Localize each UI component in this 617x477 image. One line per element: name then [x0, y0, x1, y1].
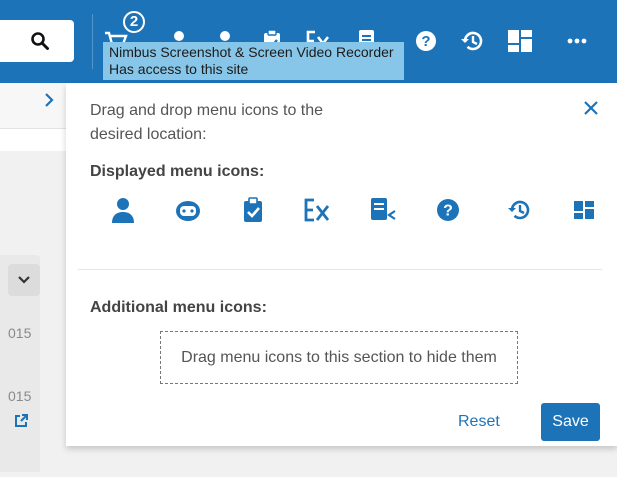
history-icon[interactable]	[459, 28, 485, 54]
dashboard-icon[interactable]	[507, 28, 533, 54]
additional-icons-title: Additional menu icons:	[90, 299, 267, 316]
notification-badge: 2	[123, 11, 145, 33]
extension-tooltip: Nimbus Screenshot & Screen Video Recorde…	[103, 42, 404, 80]
help-icon[interactable]: ?	[433, 195, 463, 225]
hidden-icons-dropzone[interactable]: Drag menu icons to this section to hide …	[160, 331, 518, 384]
customize-menu-panel: Drag and drop menu icons to the desired …	[66, 83, 617, 446]
displayed-icons-list: ?	[96, 195, 612, 225]
background-text: 015	[8, 388, 32, 404]
toolbar-divider	[92, 14, 93, 69]
clipboard-check-icon[interactable]	[238, 195, 268, 225]
tooltip-title: Nimbus Screenshot & Screen Video Recorde…	[109, 44, 394, 60]
chevron-right-icon[interactable]	[44, 92, 54, 113]
background-row	[0, 83, 66, 129]
more-icon[interactable]	[564, 28, 590, 54]
help-icon[interactable]: ?	[413, 28, 439, 54]
dashboard-icon[interactable]	[569, 195, 599, 225]
save-button[interactable]: Save	[541, 403, 600, 441]
dropdown-button[interactable]	[8, 264, 40, 296]
excel-icon[interactable]	[303, 195, 333, 225]
svg-text:?: ?	[443, 203, 453, 220]
displayed-icons-title: Displayed menu icons:	[90, 163, 265, 180]
document-share-icon[interactable]	[368, 195, 398, 225]
external-link-icon[interactable]	[14, 414, 28, 433]
background-text: 015	[8, 325, 32, 341]
chevron-down-icon	[18, 276, 30, 284]
reset-button[interactable]: Reset	[458, 407, 500, 437]
svg-text:?: ?	[421, 33, 430, 50]
avatar-face-icon[interactable]	[173, 195, 203, 225]
dropzone-text: Drag menu icons to this section to hide …	[181, 348, 497, 366]
close-icon	[584, 101, 598, 115]
section-divider	[78, 269, 602, 270]
tooltip-subtitle: Has access to this site	[109, 61, 249, 77]
history-icon[interactable]	[504, 195, 534, 225]
close-button[interactable]	[582, 99, 600, 117]
search-button[interactable]	[0, 20, 74, 62]
instructions-text: Drag and drop menu icons to the desired …	[90, 102, 324, 143]
search-icon	[31, 32, 49, 50]
user-icon[interactable]	[108, 195, 138, 225]
